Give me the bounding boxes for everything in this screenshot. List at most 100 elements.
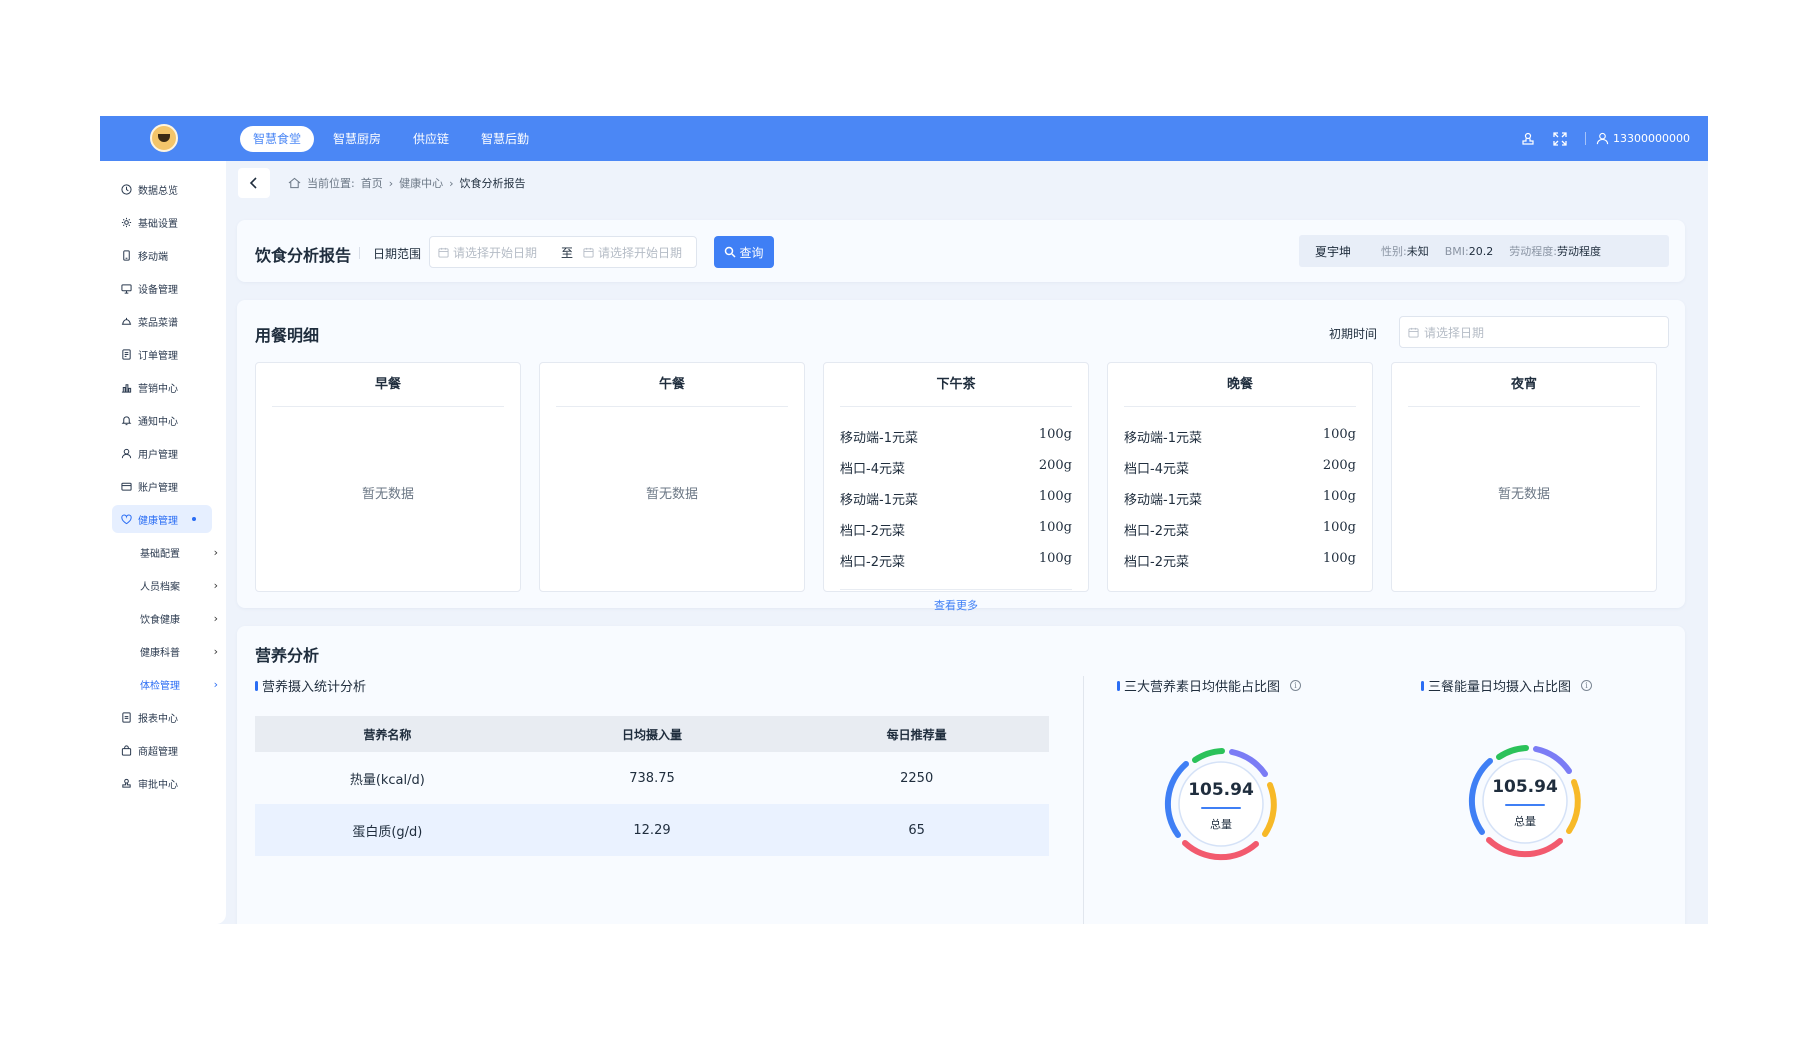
column-header: 每日推荐量 [886, 727, 947, 742]
tab-smart-canteen[interactable]: 智慧食堂 [240, 126, 315, 152]
sidebar-item-health[interactable]: 健康管理 [112, 505, 212, 533]
dish-weight: 100g [1322, 520, 1356, 535]
sidebar-item-device[interactable]: 设备管理 [112, 274, 212, 302]
sidebar-item-label: 营销中心 [138, 383, 178, 395]
sidebar-item-label: 订单管理 [138, 350, 178, 362]
chevron-left-icon [249, 177, 257, 189]
stamp-icon [120, 777, 132, 789]
meal-title: 下午茶 [840, 363, 1072, 407]
total-value: 105.94 [1188, 780, 1254, 800]
back-button[interactable] [238, 168, 270, 198]
dish-name: 档口-2元菜 [840, 555, 905, 570]
breadcrumb: 当前位置: 首页 › 健康中心 › 饮食分析报告 [288, 175, 526, 191]
info-icon[interactable]: i [1290, 680, 1302, 691]
calendar-icon [583, 247, 594, 258]
table-row: 蛋白质(g/d) 12.29 65 [255, 804, 1049, 856]
sidebar-item-notification[interactable]: 通知中心 [112, 406, 212, 434]
divider [840, 589, 1072, 590]
breadcrumb-home-link[interactable]: 首页 [361, 175, 383, 191]
empty-text: 暂无数据 [1497, 487, 1550, 502]
dish-name: 档口-2元菜 [840, 524, 905, 539]
chevron-right-icon: › [213, 611, 218, 625]
logo [150, 124, 178, 152]
sidebar-sub-physical-exam[interactable]: 体检管理 › [140, 670, 218, 698]
sidebar-item-supermarket[interactable]: 商超管理 [112, 736, 212, 764]
list-item: 档口-4元菜 200g [840, 458, 1072, 478]
list-item: 档口-2元菜 100g [840, 551, 1072, 571]
sidebar-sub-label: 健康科普 [140, 647, 180, 659]
dish-weight: 100g [1038, 520, 1072, 535]
sidebar-item-dishes[interactable]: 菜品菜谱 [112, 307, 212, 335]
dish-weight: 100g [1322, 551, 1356, 566]
gender-value: 未知 [1406, 245, 1429, 258]
chart-icon [120, 381, 132, 393]
empty-text: 暂无数据 [361, 487, 414, 502]
wallet-icon [120, 480, 132, 492]
sidebar-item-mobile[interactable]: 移动端 [112, 241, 212, 269]
bmi-key: BMI: [1444, 244, 1469, 258]
sidebar-item-reports[interactable]: 报表中心 [112, 703, 212, 731]
start-date-input[interactable]: 请选择开始日期 [430, 244, 537, 261]
sidebar-item-users[interactable]: 用户管理 [112, 439, 212, 467]
tab-smart-kitchen[interactable]: 智慧厨房 [320, 126, 394, 152]
bell-icon [120, 414, 132, 426]
user-menu[interactable]: 13300000000 [1585, 132, 1690, 145]
fullscreen-icon[interactable] [1553, 131, 1567, 146]
report-icon [120, 711, 132, 723]
dish-icon [120, 315, 132, 327]
table-header: 营养名称 日均摄入量 每日推荐量 [255, 716, 1049, 752]
query-button[interactable]: 查询 [714, 236, 774, 268]
title-marker [1117, 680, 1120, 691]
sidebar-item-basic-settings[interactable]: 基础设置 [112, 208, 212, 236]
dish-weight: 100g [1038, 489, 1072, 504]
dish-name: 档口-4元菜 [1124, 462, 1189, 477]
sidebar-item-label: 数据总览 [138, 185, 178, 197]
sidebar-sub-diet-health[interactable]: 饮食健康 › [140, 604, 218, 632]
clock-icon [120, 183, 132, 195]
list-item: 移动端-1元菜 100g [840, 489, 1072, 509]
stamp-icon[interactable] [1521, 132, 1535, 146]
title-marker [1421, 680, 1424, 691]
list-item: 档口-2元菜 100g [840, 520, 1072, 540]
sidebar-item-orders[interactable]: 订单管理 [112, 340, 212, 368]
table-cell: 12.29 [633, 822, 671, 838]
bag-icon [120, 744, 132, 756]
sidebar-sub-label: 人员档案 [140, 581, 180, 593]
dish-name: 档口-2元菜 [1124, 524, 1189, 539]
dish-name: 移动端-1元菜 [1124, 493, 1202, 508]
start-date-placeholder: 请选择开始日期 [453, 245, 538, 260]
sidebar-sub-personnel[interactable]: 人员档案 › [140, 571, 218, 599]
meal-energy-donut-chart: 105.94 总量 [1455, 731, 1595, 871]
sidebar-sub-health-science[interactable]: 健康科普 › [140, 637, 218, 665]
sidebar-item-accounts[interactable]: 账户管理 [112, 472, 212, 500]
tab-smart-logistics[interactable]: 智慧后勤 [468, 126, 542, 152]
sidebar-sub-label: 基础配置 [140, 548, 180, 560]
sidebar-sub-basic-config[interactable]: 基础配置 › [140, 538, 218, 566]
main-nav: 智慧食堂 智慧厨房 供应链 智慧后勤 [240, 126, 542, 152]
list-item: 档口-2元菜 100g [1124, 551, 1356, 571]
sidebar-item-marketing[interactable]: 营销中心 [112, 373, 212, 401]
table-cell: 2250 [900, 770, 934, 786]
active-dot [192, 517, 196, 521]
gear-icon [120, 216, 132, 228]
info-icon[interactable]: i [1581, 680, 1593, 691]
calendar-icon [1408, 327, 1419, 338]
init-time-label: 初期时间 [1328, 327, 1377, 341]
meal-title: 夜宵 [1408, 363, 1640, 407]
meal-section-title: 用餐明细 [255, 326, 320, 345]
tab-supply-chain[interactable]: 供应链 [400, 126, 462, 152]
breadcrumb-health-link[interactable]: 健康中心 [399, 175, 443, 191]
end-date-input[interactable]: 请选择开始日期 [583, 244, 682, 261]
chevron-right-icon: › [213, 545, 218, 559]
meal-date-input[interactable]: 请选择日期 [1399, 316, 1669, 348]
view-more-link[interactable]: 查看更多 [824, 597, 1088, 613]
gender-key: 性别: [1381, 245, 1407, 258]
user-icon [120, 447, 132, 459]
nutrition-table-title: 营养摄入统计分析 [255, 676, 366, 695]
meal-card-afternoon-tea: 下午茶 移动端-1元菜 100g 档口-4元菜 200g 移动端-1元菜 100g 档… [823, 362, 1089, 612]
sidebar-item-data-overview[interactable]: 数据总览 [112, 175, 212, 203]
sidebar-item-label: 账户管理 [138, 482, 178, 494]
sidebar-item-approval[interactable]: 审批中心 [112, 769, 212, 797]
user-phone: 13300000000 [1613, 132, 1690, 145]
range-separator: 至 [561, 245, 574, 260]
